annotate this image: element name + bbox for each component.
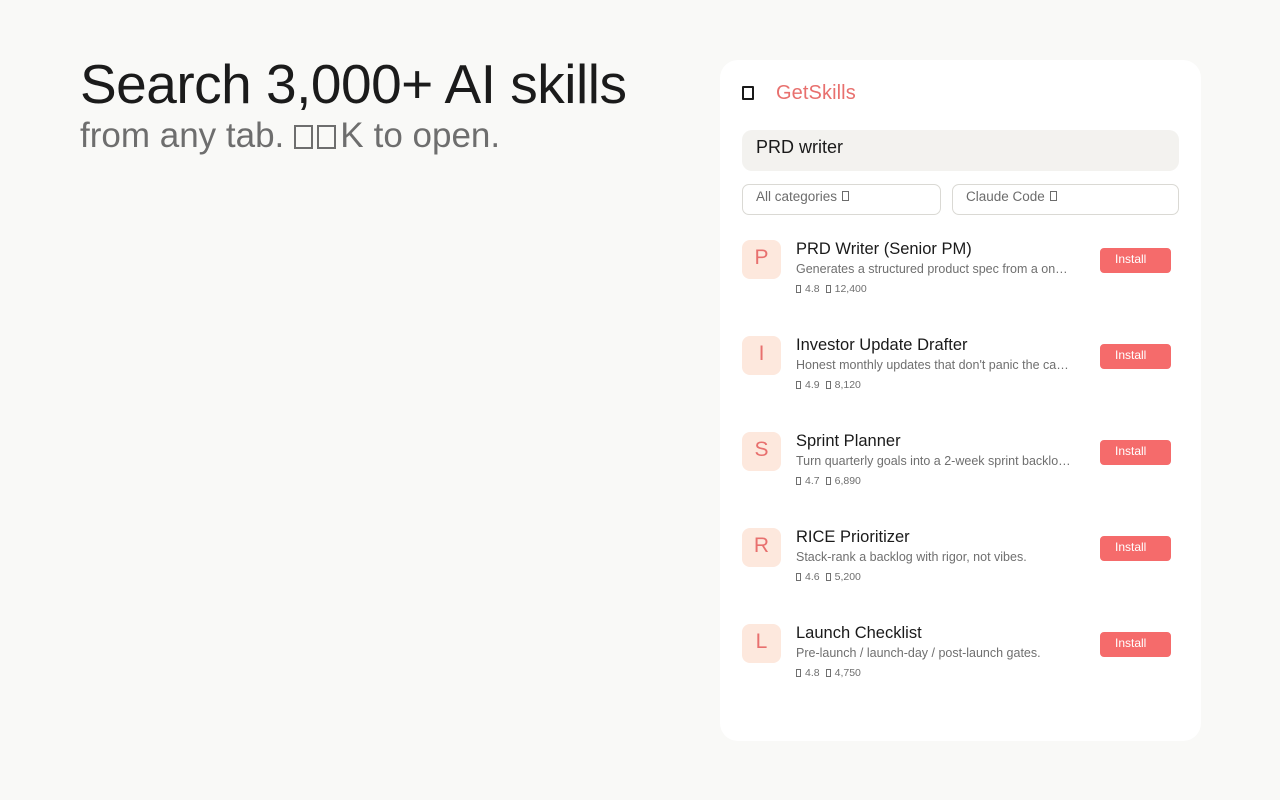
category-select-value: All categories	[756, 189, 838, 204]
skill-name: PRD Writer (Senior PM)	[796, 240, 972, 258]
rating: 4.9	[796, 379, 820, 391]
skill-avatar-initial: P	[754, 245, 769, 269]
skill-avatar-initial: L	[755, 629, 768, 653]
skill-avatar: S	[742, 432, 781, 471]
rating-value: 4.8	[805, 667, 820, 679]
star-icon	[796, 573, 801, 581]
skill-name: Sprint Planner	[796, 432, 901, 450]
installs: 8,120	[825, 379, 861, 391]
download-icon	[825, 381, 831, 389]
skill-description: Turn quarterly goals into a 2-week sprin…	[796, 454, 1071, 468]
skill-stats: 4.6 5,200	[796, 571, 1074, 583]
result-item[interactable]: P PRD Writer (Senior PM) Generates a str…	[742, 240, 1179, 336]
hero-subtitle-suffix: to open.	[373, 116, 501, 155]
skill-description: Pre-launch / launch-day / post-launch ga…	[796, 646, 1041, 660]
target-select-value: Claude Code	[966, 189, 1045, 204]
results-list: P PRD Writer (Senior PM) Generates a str…	[742, 240, 1179, 720]
skill-info: RICE Prioritizer Stack-rank a backlog wi…	[796, 528, 1074, 583]
installs: 5,200	[825, 571, 861, 583]
rating-value: 4.7	[805, 475, 820, 487]
shortcut-key: K	[340, 116, 364, 155]
hero-subtitle: from any tab. K to open.	[80, 114, 680, 158]
hero: Search 3,000+ AI skills from any tab. K …	[80, 52, 680, 158]
installs-value: 5,200	[834, 571, 861, 583]
installs-value: 6,890	[834, 475, 861, 487]
chevron-down-icon	[842, 190, 850, 201]
search-input-value: PRD writer	[756, 137, 844, 157]
result-item[interactable]: S Sprint Planner Turn quarterly goals in…	[742, 432, 1179, 528]
hero-title: Search 3,000+ AI skills	[80, 53, 627, 115]
installs: 6,890	[825, 475, 861, 487]
command-key-icon	[294, 125, 314, 149]
installs-value: 12,400	[834, 283, 867, 295]
star-icon	[796, 285, 801, 293]
logo-icon	[742, 86, 754, 100]
skill-avatar: R	[742, 528, 781, 567]
star-icon	[796, 477, 801, 485]
download-icon	[825, 477, 831, 485]
install-button[interactable]: Install	[1100, 536, 1171, 561]
skill-info: Launch Checklist Pre-launch / launch-day…	[796, 624, 1074, 679]
rating-value: 4.6	[805, 571, 820, 583]
target-select[interactable]: Claude Code	[952, 184, 1179, 215]
skill-info: Investor Update Drafter Honest monthly u…	[796, 336, 1074, 391]
search-input[interactable]: PRD writer	[742, 130, 1179, 171]
rating: 4.8	[796, 667, 820, 679]
brand-name: GetSkills	[776, 81, 856, 104]
result-item[interactable]: L Launch Checklist Pre-launch / launch-d…	[742, 624, 1179, 720]
skill-stats: 4.9 8,120	[796, 379, 1074, 391]
skill-description: Stack-rank a backlog with rigor, not vib…	[796, 550, 1027, 564]
rating: 4.7	[796, 475, 820, 487]
result-item[interactable]: R RICE Prioritizer Stack-rank a backlog …	[742, 528, 1179, 624]
skills-panel: GetSkills PRD writer All categories Clau…	[720, 60, 1201, 741]
rating: 4.6	[796, 571, 820, 583]
install-button[interactable]: Install	[1100, 440, 1171, 465]
skill-info: PRD Writer (Senior PM) Generates a struc…	[796, 240, 1074, 295]
skill-avatar: L	[742, 624, 781, 663]
download-icon	[825, 285, 831, 293]
skill-avatar: I	[742, 336, 781, 375]
rating-value: 4.9	[805, 379, 820, 391]
installs-value: 4,750	[834, 667, 861, 679]
result-item[interactable]: I Investor Update Drafter Honest monthly…	[742, 336, 1179, 432]
rating-value: 4.8	[805, 283, 820, 295]
skill-name: Investor Update Drafter	[796, 336, 968, 354]
installs: 12,400	[825, 283, 867, 295]
skill-name: RICE Prioritizer	[796, 528, 910, 546]
skill-info: Sprint Planner Turn quarterly goals into…	[796, 432, 1074, 487]
star-icon	[796, 669, 801, 677]
skill-name: Launch Checklist	[796, 624, 922, 642]
rating: 4.8	[796, 283, 820, 295]
skill-avatar-initial: R	[753, 533, 770, 557]
download-icon	[825, 573, 831, 581]
skill-stats: 4.8 12,400	[796, 283, 1074, 295]
install-button[interactable]: Install	[1100, 344, 1171, 369]
installs-value: 8,120	[834, 379, 861, 391]
skill-avatar: P	[742, 240, 781, 279]
skill-avatar-initial: S	[754, 437, 769, 461]
skill-stats: 4.7 6,890	[796, 475, 1074, 487]
download-icon	[825, 669, 831, 677]
install-button[interactable]: Install	[1100, 248, 1171, 273]
skill-avatar-initial: I	[758, 341, 765, 365]
skill-description: Honest monthly updates that don't panic …	[796, 358, 1074, 372]
install-button[interactable]: Install	[1100, 632, 1171, 657]
brand: GetSkills	[742, 82, 856, 104]
skill-description: Generates a structured product spec from…	[796, 262, 1074, 276]
hero-subtitle-prefix: from any tab.	[80, 116, 285, 155]
shift-key-icon	[317, 125, 337, 149]
installs: 4,750	[825, 667, 861, 679]
chevron-down-icon	[1049, 190, 1057, 201]
skill-stats: 4.8 4,750	[796, 667, 1074, 679]
star-icon	[796, 381, 801, 389]
category-select[interactable]: All categories	[742, 184, 941, 215]
